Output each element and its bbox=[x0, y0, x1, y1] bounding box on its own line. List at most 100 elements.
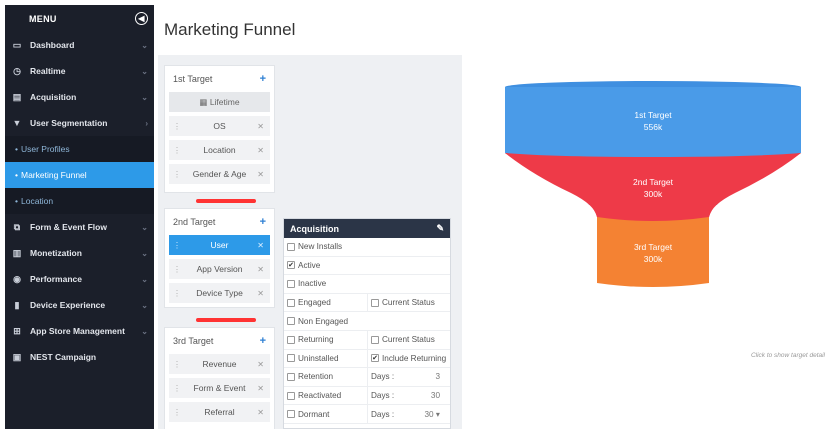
sidebar-subitem-label: User Profiles bbox=[20, 144, 70, 154]
drag-handle-icon[interactable]: ⋮ bbox=[173, 170, 181, 179]
checkbox[interactable] bbox=[287, 298, 295, 307]
flow-icon: ⧉ bbox=[13, 221, 21, 232]
condition-row-user[interactable]: ⋮ User ✕ bbox=[169, 235, 270, 255]
acquisition-option-row[interactable]: Uninstalled ✔ Include Returning bbox=[284, 349, 450, 369]
days-input[interactable]: 30 bbox=[431, 391, 440, 400]
remove-icon[interactable]: ✕ bbox=[257, 241, 264, 250]
chevron-down-icon: ⌄ bbox=[141, 248, 148, 258]
remove-icon[interactable]: ✕ bbox=[257, 170, 264, 179]
calendar-icon: ▦ bbox=[199, 96, 210, 107]
sidebar-item-nest-campaign[interactable]: ▣ NEST Campaign bbox=[5, 344, 154, 370]
acquisition-option-row[interactable]: New Installs bbox=[284, 238, 450, 257]
checkbox[interactable] bbox=[287, 410, 295, 419]
checkbox[interactable] bbox=[287, 391, 295, 400]
checkbox[interactable] bbox=[371, 335, 379, 344]
condition-row-device-type[interactable]: ⋮ Device Type ✕ bbox=[169, 283, 270, 303]
bullet-icon: • bbox=[15, 196, 18, 206]
sidebar-item-label: Device Experience bbox=[30, 300, 106, 310]
acquisition-option-row[interactable]: ✔ Active bbox=[284, 257, 450, 276]
option-extra-label: Current Status bbox=[382, 335, 435, 345]
sidebar-item-realtime[interactable]: ◷ Realtime ⌄ bbox=[5, 58, 154, 84]
acquisition-option-row[interactable]: Inactive bbox=[284, 275, 450, 294]
checkbox[interactable] bbox=[287, 317, 295, 326]
days-label: Days : bbox=[371, 409, 395, 419]
acquisition-option-row[interactable]: Retention Days : 3 bbox=[284, 368, 450, 387]
drag-handle-icon[interactable]: ⋮ bbox=[173, 122, 181, 131]
drag-handle-icon[interactable]: ⋮ bbox=[173, 146, 181, 155]
checkbox[interactable] bbox=[287, 354, 295, 363]
sidebar-item-performance[interactable]: ◉ Performance ⌄ bbox=[5, 266, 154, 292]
remove-icon[interactable]: ✕ bbox=[257, 408, 264, 417]
sidebar-item-form-event-flow[interactable]: ⧉ Form & Event Flow ⌄ bbox=[5, 214, 154, 240]
cart-icon: ⊞ bbox=[13, 325, 21, 336]
remove-icon[interactable]: ✕ bbox=[257, 384, 264, 393]
condition-row-referral[interactable]: ⋮ Referral ✕ bbox=[169, 402, 270, 422]
sidebar-subitem-label: Marketing Funnel bbox=[20, 170, 87, 180]
option-label: Dormant bbox=[298, 409, 330, 419]
condition-row-gender-age[interactable]: ⋮ Gender & Age ✕ bbox=[169, 164, 270, 184]
sidebar-item-app-store-management[interactable]: ⊞ App Store Management ⌄ bbox=[5, 318, 154, 344]
drag-handle-icon[interactable]: ⋮ bbox=[173, 241, 181, 250]
chevron-down-icon: ⌄ bbox=[141, 326, 148, 336]
add-condition-button[interactable]: + bbox=[260, 216, 266, 228]
sidebar-item-label: Performance bbox=[30, 274, 82, 284]
checkbox[interactable] bbox=[287, 242, 295, 251]
menu-header: MENU ◀ bbox=[5, 5, 154, 32]
condition-row-location[interactable]: ⋮ Location ✕ bbox=[169, 140, 270, 160]
remove-icon[interactable]: ✕ bbox=[257, 360, 264, 369]
checkbox[interactable]: ✔ bbox=[287, 261, 295, 270]
condition-row-os[interactable]: ⋮ OS ✕ bbox=[169, 116, 270, 136]
checkbox[interactable] bbox=[287, 335, 295, 344]
acquisition-option-row[interactable]: Dormant Days : 30 ▾ bbox=[284, 405, 450, 424]
condition-row-app-version[interactable]: ⋮ App Version ✕ bbox=[169, 259, 270, 279]
remove-icon[interactable]: ✕ bbox=[257, 265, 264, 274]
checkbox[interactable] bbox=[371, 298, 379, 307]
acquisition-option-row[interactable]: Reactivated Days : 30 bbox=[284, 386, 450, 406]
drag-handle-icon[interactable]: ⋮ bbox=[173, 408, 181, 417]
condition-label: App Version bbox=[196, 264, 243, 274]
condition-label: Revenue bbox=[202, 359, 237, 369]
sidebar-item-monetization[interactable]: ▥ Monetization ⌄ bbox=[5, 240, 154, 266]
option-label: Inactive bbox=[298, 279, 327, 289]
sidebar-item-label: Monetization bbox=[30, 248, 82, 258]
drag-handle-icon[interactable]: ⋮ bbox=[173, 360, 181, 369]
collapse-menu-icon[interactable]: ◀ bbox=[135, 12, 148, 25]
target-card-header: 3rd Target + bbox=[165, 328, 274, 354]
remove-icon[interactable]: ✕ bbox=[257, 146, 264, 155]
sidebar-subitem-marketing-funnel[interactable]: • Marketing Funnel bbox=[5, 162, 154, 188]
remove-icon[interactable]: ✕ bbox=[257, 122, 264, 131]
chevron-down-icon: ⌄ bbox=[141, 66, 148, 76]
condition-row-revenue[interactable]: ⋮ Revenue ✕ bbox=[169, 354, 270, 374]
checkbox[interactable] bbox=[287, 372, 295, 381]
funnel-chart: 1st Target 556k 2nd Target 300k 3rd Targ… bbox=[473, 55, 839, 429]
days-input[interactable]: 30 ▾ bbox=[425, 409, 441, 419]
sidebar-subitem-location[interactable]: • Location bbox=[5, 188, 154, 214]
checkbox[interactable] bbox=[287, 279, 295, 288]
eraser-icon[interactable]: ✎ bbox=[436, 223, 444, 234]
days-input[interactable]: 3 bbox=[435, 372, 440, 381]
lifetime-button[interactable]: ▦ Lifetime bbox=[169, 92, 270, 112]
funnel-stage-2[interactable] bbox=[505, 153, 801, 221]
add-condition-button[interactable]: + bbox=[260, 335, 266, 347]
lifetime-label: Lifetime bbox=[209, 96, 240, 107]
sidebar-item-device-experience[interactable]: ▮ Device Experience ⌄ bbox=[5, 292, 154, 318]
drag-handle-icon[interactable]: ⋮ bbox=[173, 289, 181, 298]
sidebar-item-label: Form & Event Flow bbox=[30, 222, 107, 232]
remove-icon[interactable]: ✕ bbox=[257, 289, 264, 298]
drag-handle-icon[interactable]: ⋮ bbox=[173, 265, 181, 274]
sidebar-item-dashboard[interactable]: ▭ Dashboard ⌄ bbox=[5, 32, 154, 58]
add-condition-button[interactable]: + bbox=[260, 73, 266, 85]
sidebar-subitem-user-profiles[interactable]: • User Profiles bbox=[5, 136, 154, 162]
sidebar-item-acquisition[interactable]: ▤ Acquisition ⌄ bbox=[5, 84, 154, 110]
clock-icon: ◷ bbox=[13, 65, 21, 76]
campaign-icon: ▣ bbox=[12, 351, 22, 362]
sidebar-item-user-segmentation[interactable]: ▼ User Segmentation › bbox=[5, 110, 154, 136]
drag-handle-icon[interactable]: ⋮ bbox=[173, 384, 181, 393]
checkbox[interactable]: ✔ bbox=[371, 354, 379, 363]
condition-label: Location bbox=[203, 145, 236, 155]
acquisition-option-row[interactable]: Engaged Current Status bbox=[284, 293, 450, 313]
acquisition-option-row[interactable]: Returning Current Status bbox=[284, 330, 450, 350]
acquisition-option-row[interactable]: Non Engaged bbox=[284, 312, 450, 331]
condition-label: Device Type bbox=[196, 288, 243, 298]
condition-row-form-event[interactable]: ⋮ Form & Event ✕ bbox=[169, 378, 270, 398]
